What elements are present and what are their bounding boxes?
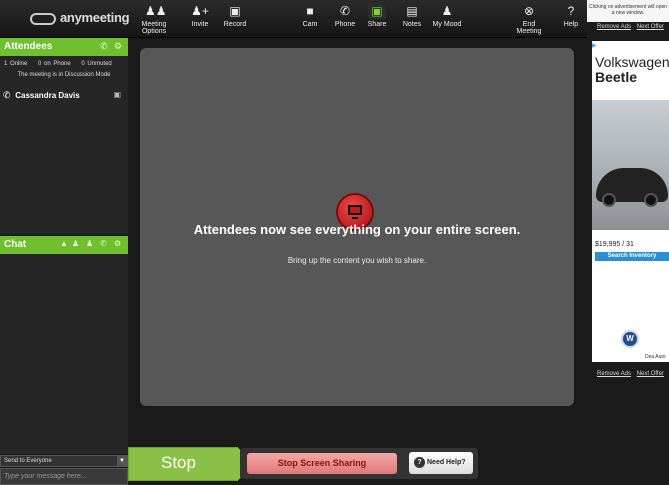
- remove-ads-link[interactable]: Remove Ads: [597, 371, 631, 377]
- record-icon: ▣: [229, 4, 241, 18]
- ad-choices-icon[interactable]: ▶: [592, 42, 597, 49]
- car-shape: [596, 168, 668, 207]
- toolbar-label: End Meeting: [516, 21, 542, 35]
- toolbar-label: Notes: [402, 21, 422, 28]
- ad-title-line2: Beetle: [595, 69, 638, 85]
- stop-callout-text: Stop: [161, 453, 196, 472]
- car-wheel: [602, 193, 616, 207]
- chat-message-input[interactable]: Type your message here...: [0, 468, 128, 485]
- toolbar-cam[interactable]: ■ Cam: [300, 3, 320, 28]
- toolbar-label: My Mood: [432, 21, 462, 28]
- toolbar-help[interactable]: ? Help: [562, 3, 580, 28]
- chat-messages-panel: [0, 254, 128, 454]
- chat-input-placeholder: Type your message here...: [4, 473, 87, 480]
- chat-header: Chat ▲ ♟ ♟ ✆ ⚙: [0, 236, 128, 254]
- ad-links-top: Remove Ads Next Offer: [587, 24, 669, 36]
- share-subline: Bring up the content you wish to share.: [287, 256, 427, 265]
- people-icon: ♟♟: [145, 4, 167, 18]
- app-logo[interactable]: anymeeting: [30, 10, 130, 25]
- toolbar-end-meeting[interactable]: ⊗ End Meeting: [510, 3, 548, 35]
- phone-count: 0 on Phone: [38, 61, 71, 67]
- monitor-shape: [348, 205, 362, 215]
- ad-price: $19,995 / 31: [595, 241, 634, 248]
- phone-icon[interactable]: ✆: [100, 41, 108, 52]
- toolbar-label: Phone: [334, 21, 356, 28]
- monitor-icon: ▣: [368, 3, 386, 19]
- toolbar-invite[interactable]: ♟+ Invite: [188, 3, 212, 28]
- discussion-mode-note: The meeting is in Discussion Mode: [17, 72, 111, 78]
- send-to-value: Send to Everyone: [4, 458, 52, 464]
- chat-title: Chat: [4, 239, 27, 250]
- attendee-stats: 1 Online 0 on Phone 0 Unmuted: [0, 56, 128, 67]
- notes-icon: ▤: [406, 4, 418, 18]
- attendees-header: Attendees ✆ ⚙: [0, 38, 128, 56]
- toolbar-share[interactable]: ▣ Share: [366, 3, 388, 28]
- monitor-stand: [352, 217, 358, 219]
- stop-callout: Stop: [128, 447, 257, 481]
- ad-title-line1: Volkswagen: [595, 54, 669, 70]
- gear-icon[interactable]: ⚙: [114, 41, 122, 52]
- top-toolbar: anymeeting ♟♟ Meeting Options ♟+ Invite …: [0, 0, 587, 38]
- phone-icon: ✆: [3, 90, 11, 100]
- person-icon: ♟: [441, 4, 453, 18]
- person-settings-icon[interactable]: ♟: [86, 239, 93, 248]
- next-offer-link[interactable]: Next Offer: [637, 24, 664, 30]
- attendees-title: Attendees: [4, 41, 53, 52]
- end-icon: ⊗: [523, 4, 535, 18]
- help-icon: ?: [414, 457, 425, 468]
- toolbar-my-mood[interactable]: ♟ My Mood: [432, 3, 462, 28]
- toolbar-meeting-options[interactable]: ♟♟ Meeting Options: [130, 3, 178, 35]
- toolbar-label: Record: [223, 21, 247, 28]
- phone-icon[interactable]: ✆: [100, 239, 107, 248]
- gear-icon[interactable]: ⚙: [114, 239, 121, 248]
- next-offer-link[interactable]: Next Offer: [637, 371, 664, 377]
- phone-icon: ✆: [339, 4, 351, 18]
- share-headline: Attendees now see everything on your ent…: [193, 222, 521, 237]
- unmuted-count: 0 Unmuted: [81, 61, 112, 67]
- vw-logo-icon: W: [621, 330, 639, 348]
- ad-notice: Clicking on advertisement will open a ne…: [587, 0, 669, 22]
- remove-ads-link[interactable]: Remove Ads: [597, 24, 631, 30]
- need-help-label: Need Help?: [427, 459, 466, 466]
- trash-icon[interactable]: ▲: [60, 239, 68, 248]
- online-count: 1 Online: [4, 61, 28, 67]
- need-help-button[interactable]: ? Need Help?: [409, 452, 473, 474]
- attendee-name: Cassandra Davis: [15, 91, 80, 100]
- toolbar-label: Help: [563, 21, 579, 28]
- logo-mark-icon: [30, 12, 56, 25]
- dealer-text: Dea Auto: [645, 354, 666, 360]
- stop-screen-sharing-button[interactable]: Stop Screen Sharing: [247, 453, 397, 474]
- ad-car-image: [592, 100, 669, 230]
- logo-text: anymeeting: [60, 10, 130, 25]
- app-root: anymeeting ♟♟ Meeting Options ♟+ Invite …: [0, 0, 669, 485]
- toolbar-record[interactable]: ▣ Record: [222, 3, 248, 28]
- chevron-down-icon: ▼: [117, 456, 127, 466]
- toolbar-label: Meeting Options: [141, 21, 167, 35]
- car-wheel: [644, 193, 658, 207]
- toolbar-phone[interactable]: ✆ Phone: [334, 3, 356, 28]
- ad-title: Volkswagen Beetle: [595, 55, 669, 85]
- chat-bubble-icon[interactable]: ▣: [113, 90, 121, 99]
- search-inventory-button[interactable]: Search Inventory: [595, 252, 669, 261]
- attendees-panel: 1 Online 0 on Phone 0 Unmuted The meetin…: [0, 56, 128, 234]
- toolbar-notes[interactable]: ▤ Notes: [402, 3, 422, 28]
- camera-icon: ■: [306, 4, 314, 18]
- send-to-select[interactable]: Send to Everyone ▼: [0, 455, 128, 467]
- toolbar-label: Cam: [302, 21, 318, 28]
- attendee-row[interactable]: ✆ Cassandra Davis ▣: [3, 90, 125, 104]
- toolbar-label: Invite: [191, 21, 209, 28]
- people-icon[interactable]: ♟: [72, 239, 79, 248]
- ad-links-bottom: Remove Ads Next Offer: [587, 371, 669, 377]
- toolbar-label: Share: [367, 21, 387, 28]
- help-icon: ?: [567, 4, 575, 18]
- add-person-icon: ♟+: [191, 4, 209, 18]
